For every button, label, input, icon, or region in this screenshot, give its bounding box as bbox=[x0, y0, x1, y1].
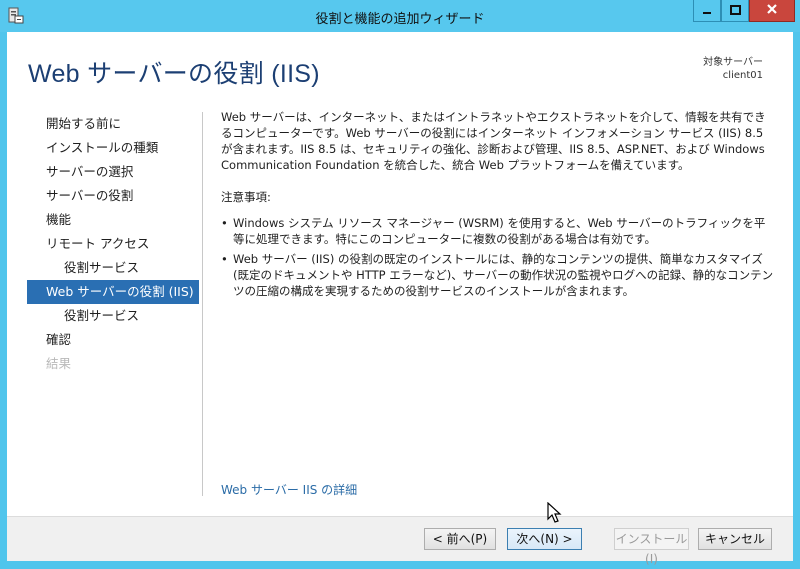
title-bar[interactable]: 役割と機能の追加ウィザード bbox=[0, 0, 800, 32]
previous-button[interactable]: < 前へ(P) bbox=[424, 528, 496, 550]
nav-item-role-services-web[interactable]: 役割サービス bbox=[7, 304, 207, 328]
nav-item-results: 結果 bbox=[46, 356, 72, 371]
intro-text: Web サーバーは、インターネット、またはイントラネットやエクストラネットを介し… bbox=[221, 110, 766, 172]
button-bar: < 前へ(P) 次へ(N) > インストール(I) キャンセル bbox=[7, 516, 793, 566]
nav-item-server-selection[interactable]: サーバーの選択 bbox=[7, 160, 207, 184]
notes-heading: 注意事項: bbox=[221, 190, 271, 204]
cancel-button[interactable]: キャンセル bbox=[698, 528, 772, 550]
close-button[interactable] bbox=[749, 0, 795, 22]
minimize-button[interactable] bbox=[693, 0, 721, 22]
target-server-label: 対象サーバー bbox=[703, 57, 763, 68]
nav-item-installation-type[interactable]: インストールの種類 bbox=[7, 136, 207, 160]
maximize-icon bbox=[729, 4, 741, 18]
list-item: Web サーバー (IIS) の役割の既定のインストールには、静的なコンテンツの… bbox=[221, 251, 776, 299]
wizard-body: Web サーバーの役割 (IIS) 対象サーバー client01 開始する前に… bbox=[7, 32, 793, 566]
mouse-cursor-icon bbox=[547, 501, 563, 524]
nav-item-web-server-role[interactable]: Web サーバーの役割 (IIS) bbox=[27, 280, 199, 304]
minimize-icon bbox=[702, 4, 712, 18]
close-icon bbox=[766, 3, 778, 18]
nav-item-remote-access[interactable]: リモート アクセス bbox=[7, 232, 207, 256]
nav-divider bbox=[202, 112, 203, 496]
nav-item-before-you-begin[interactable]: 開始する前に bbox=[7, 112, 207, 136]
list-item: Windows システム リソース マネージャー (WSRM) を使用すると、W… bbox=[221, 215, 776, 247]
iis-details-link[interactable]: Web サーバー IIS の詳細 bbox=[221, 481, 357, 498]
wizard-nav: 開始する前に インストールの種類 サーバーの選択 サーバーの役割 機能 リモート… bbox=[7, 112, 207, 376]
nav-item-features[interactable]: 機能 bbox=[7, 208, 207, 232]
maximize-button[interactable] bbox=[721, 0, 749, 22]
nav-item-role-services-remote[interactable]: 役割サービス bbox=[7, 256, 207, 280]
notes-list: Windows システム リソース マネージャー (WSRM) を使用すると、W… bbox=[221, 215, 776, 299]
install-button: インストール(I) bbox=[614, 528, 689, 566]
target-server-name: client01 bbox=[722, 70, 763, 81]
target-server-info: 対象サーバー client01 bbox=[703, 56, 763, 82]
page-title: Web サーバーの役割 (IIS) bbox=[28, 60, 320, 88]
nav-item-confirmation[interactable]: 確認 bbox=[7, 328, 207, 352]
description-panel: Web サーバーは、インターネット、またはイントラネットやエクストラネットを介し… bbox=[221, 109, 776, 303]
window-title: 役割と機能の追加ウィザード bbox=[315, 12, 485, 27]
nav-item-server-roles[interactable]: サーバーの役割 bbox=[7, 184, 207, 208]
next-button[interactable]: 次へ(N) > bbox=[507, 528, 582, 550]
